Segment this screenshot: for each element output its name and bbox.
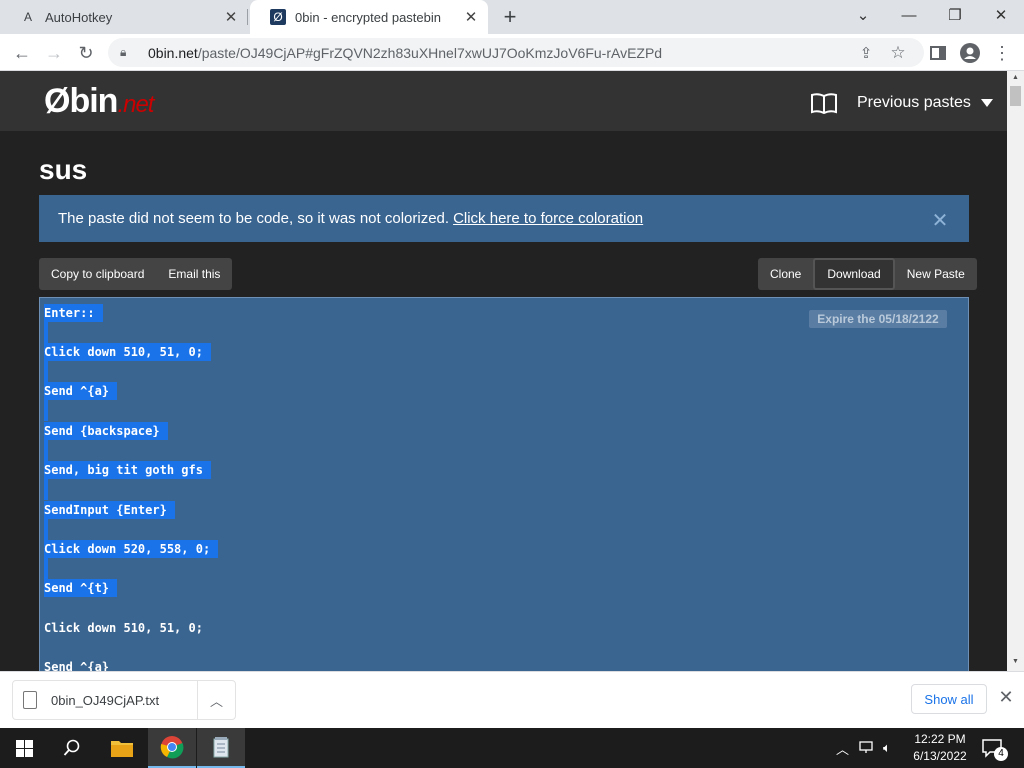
- code-line: Send ^{a}: [44, 382, 118, 400]
- show-all-button[interactable]: Show all: [911, 684, 987, 714]
- back-icon[interactable]: ←: [8, 39, 36, 67]
- tab-autohotkey[interactable]: A AutoHotkey ✕: [0, 0, 248, 34]
- new-paste-button[interactable]: New Paste: [895, 258, 977, 290]
- clock-time: 12:22 PM: [914, 732, 966, 746]
- previous-pastes-menu[interactable]: Previous pastes: [857, 94, 993, 112]
- file-icon: [23, 691, 37, 709]
- close-tab-icon[interactable]: ✕: [460, 8, 482, 26]
- scroll-up-icon[interactable]: ▲: [1007, 71, 1024, 85]
- tab-label: AutoHotkey: [45, 9, 113, 25]
- restore-icon[interactable]: ❐: [932, 0, 978, 30]
- force-coloration-link[interactable]: Click here to force coloration: [453, 210, 643, 227]
- lock-icon: 🔒︎: [120, 45, 127, 59]
- caret-down-icon: [980, 99, 993, 107]
- url-text: 0bin.net/paste/OJ49CjAP#gFrZQVN2zh83uXHn…: [148, 44, 663, 61]
- tab-separator: [247, 9, 248, 25]
- paste-title: sus: [39, 154, 88, 185]
- code-line: Click down 510, 51, 0;: [44, 621, 203, 635]
- selection-highlight: [44, 400, 48, 421]
- clock[interactable]: 12:22 PM 6/13/2022: [905, 731, 975, 765]
- network-icon[interactable]: [859, 740, 875, 757]
- search-icon[interactable]: [48, 728, 96, 768]
- chrome-menu-icon[interactable]: ⋮: [988, 39, 1016, 67]
- windows-start-icon[interactable]: [0, 728, 48, 768]
- alert-close-icon[interactable]: ✕: [930, 211, 950, 232]
- previous-pastes-label: Previous pastes: [857, 94, 971, 111]
- code-line: Send {backspace}: [44, 422, 168, 440]
- download-filename: 0bin_OJ49CjAP.txt: [51, 692, 160, 708]
- window-close-icon[interactable]: ✕: [978, 0, 1024, 30]
- notifications-icon[interactable]: 4: [980, 736, 1008, 761]
- selection-highlight: [44, 361, 48, 382]
- code-line: Click down 510, 51, 0;: [44, 343, 211, 361]
- copy-to-clipboard-button[interactable]: Copy to clipboard: [39, 258, 156, 290]
- tab-search-chevron-icon[interactable]: ⌄: [840, 0, 886, 30]
- selection-highlight: [44, 519, 48, 540]
- selection-highlight: [44, 479, 48, 500]
- selection-highlight: [44, 558, 48, 579]
- side-panel-icon[interactable]: [924, 39, 952, 67]
- notification-count-badge: 4: [994, 747, 1008, 761]
- 0bin-favicon-icon: Ø: [270, 9, 286, 25]
- reload-icon[interactable]: ↻: [72, 39, 100, 67]
- left-button-group: Copy to clipboard Email this: [39, 258, 233, 290]
- download-item[interactable]: 0bin_OJ49CjAP.txt ︿: [12, 680, 236, 720]
- close-shelf-icon[interactable]: ✕: [996, 687, 1016, 707]
- download-button[interactable]: Download: [813, 258, 895, 290]
- right-button-group: Clone Download New Paste: [758, 258, 977, 290]
- alert-text: The paste did not seem to be code, so it…: [58, 210, 450, 227]
- code-line: Send, big tit goth gfs: [44, 461, 211, 479]
- clone-button[interactable]: Clone: [758, 258, 813, 290]
- scrollbar-thumb[interactable]: [1010, 86, 1021, 106]
- selection-highlight: [44, 322, 48, 343]
- forward-icon[interactable]: →: [40, 39, 68, 67]
- code-line: Click down 520, 558, 0;: [44, 540, 219, 558]
- notepad-taskbar-icon[interactable]: [197, 728, 245, 768]
- share-icon[interactable]: ⇪: [852, 39, 880, 67]
- page-scrollbar[interactable]: [1007, 71, 1024, 671]
- bookmark-star-icon[interactable]: ☆: [884, 39, 912, 67]
- profile-avatar-icon[interactable]: [956, 39, 984, 67]
- address-bar[interactable]: 🔒︎ 0bin.net/paste/OJ49CjAP#gFrZQVN2zh83u…: [108, 38, 924, 67]
- book-icon: [811, 93, 837, 114]
- chevron-up-icon[interactable]: ︿: [836, 739, 849, 758]
- new-tab-icon[interactable]: +: [498, 5, 522, 29]
- tab-label: 0bin - encrypted pastebin: [295, 9, 441, 25]
- email-this-button[interactable]: Email this: [156, 258, 232, 290]
- colorize-alert: The paste did not seem to be code, so it…: [39, 195, 969, 242]
- expire-badge: Expire the 05/18/2122: [809, 310, 947, 328]
- code-line: Send ^{t}: [44, 579, 118, 597]
- chrome-taskbar-icon[interactable]: [148, 728, 196, 768]
- autohotkey-favicon-icon: A: [23, 10, 32, 24]
- system-tray: ︿ 🔈︎: [836, 728, 891, 768]
- chevron-up-icon[interactable]: ︿: [197, 681, 235, 719]
- volume-icon[interactable]: 🔈︎: [883, 740, 891, 756]
- selection-highlight: [44, 440, 48, 461]
- site-logo[interactable]: Øbin.net: [44, 82, 154, 121]
- code-line: Enter::: [44, 304, 103, 322]
- close-tab-icon[interactable]: ✕: [220, 8, 242, 26]
- scroll-down-icon[interactable]: ▼: [1007, 655, 1024, 669]
- file-explorer-icon[interactable]: [98, 728, 146, 768]
- code-line: SendInput {Enter}: [44, 501, 175, 519]
- minimize-icon[interactable]: —: [886, 0, 932, 30]
- clock-date: 6/13/2022: [913, 749, 967, 763]
- tab-0bin[interactable]: Ø 0bin - encrypted pastebin ✕: [250, 0, 488, 34]
